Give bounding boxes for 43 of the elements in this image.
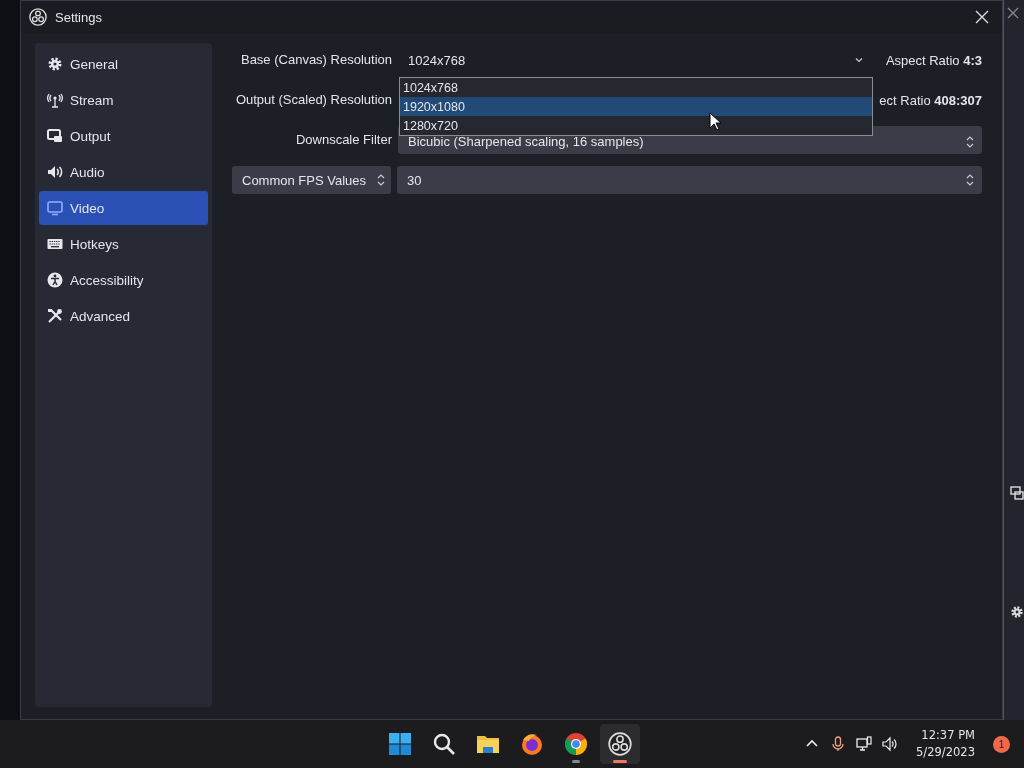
volume-icon[interactable] [882, 736, 899, 752]
clock[interactable]: 12:37 PM 5/29/2023 [916, 727, 975, 761]
dropdown-option[interactable]: 1920x1080 [400, 97, 872, 116]
spin-arrows-icon[interactable] [966, 173, 974, 187]
monitor-icon [47, 200, 63, 216]
cursor-icon [709, 112, 722, 131]
sidebar-item[interactable]: Audio [39, 155, 208, 189]
sidebar-item[interactable]: Accessibility [39, 263, 208, 297]
fps-mode-combo[interactable]: Common FPS Values [232, 166, 391, 194]
windows-stack-icon[interactable] [1010, 486, 1024, 500]
accessibility-icon [47, 272, 63, 288]
sidebar-item[interactable]: Stream [39, 83, 208, 117]
antenna-icon [47, 92, 63, 108]
taskbar-app[interactable] [600, 724, 640, 764]
sidebar-item[interactable]: Advanced [39, 299, 208, 333]
browser-icon [520, 732, 544, 756]
aspect-ratio-text: ect Ratio 408:307 [879, 92, 982, 108]
dropdown-option[interactable]: 1024x768 [400, 78, 872, 97]
sidebar-item[interactable]: Output [39, 119, 208, 153]
resolution-combo[interactable]: 1024x768 [398, 46, 872, 74]
field-label: Output (Scaled) Resolution [234, 91, 392, 109]
network-icon[interactable] [856, 736, 873, 752]
sidebar-item[interactable]: Video [39, 191, 208, 225]
spin-arrows-icon[interactable] [966, 135, 974, 149]
field-label: Base (Canvas) Resolution [239, 51, 392, 69]
gear-icon[interactable] [1010, 605, 1024, 619]
tools-icon [47, 308, 63, 324]
aspect-ratio-text: Aspect Ratio 4:3 [885, 52, 982, 68]
close-icon[interactable] [1006, 6, 1020, 20]
sidebar-item[interactable]: Hotkeys [39, 227, 208, 261]
search-icon [432, 732, 456, 756]
keyboard-icon [47, 236, 63, 252]
chevron-down-icon[interactable] [853, 55, 864, 65]
speaker-icon [47, 164, 63, 180]
fps-field[interactable]: 30 [397, 166, 982, 194]
microphone-icon[interactable] [830, 736, 847, 752]
window-title: Settings [55, 9, 103, 25]
field-label: Downscale Filter [294, 131, 392, 149]
screen-camera-icon [47, 128, 63, 144]
sidebar-item[interactable]: General [39, 47, 208, 81]
gear-icon [47, 56, 63, 72]
notification-badge[interactable]: 1 [993, 735, 1010, 753]
spin-arrows-icon[interactable] [377, 173, 385, 187]
